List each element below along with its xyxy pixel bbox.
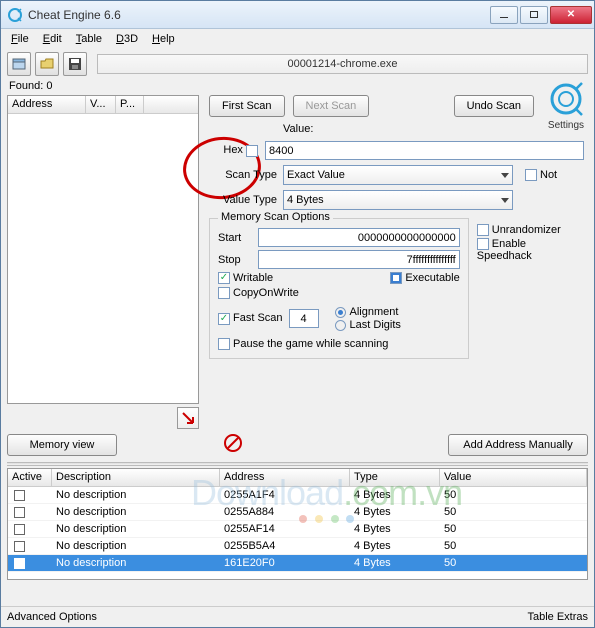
executable-checkbox[interactable]: Executable [390, 272, 459, 284]
th-description[interactable]: Description [52, 469, 220, 486]
open-process-button[interactable] [7, 52, 31, 76]
add-to-list-button[interactable] [177, 407, 199, 429]
menu-edit[interactable]: Edit [37, 31, 68, 47]
active-checkbox[interactable] [14, 507, 25, 518]
writable-checkbox[interactable]: Writable [218, 272, 273, 284]
addrlist-header-address[interactable]: Address [8, 96, 86, 113]
advanced-options-button[interactable]: Advanced Options [7, 611, 527, 623]
table-extras-button[interactable]: Table Extras [527, 611, 588, 623]
speedhack-checkbox[interactable]: Enable Speedhack [477, 238, 584, 262]
address-list[interactable]: Address V... P... [7, 95, 199, 404]
close-button[interactable]: ✕ [550, 6, 592, 24]
stop-icon[interactable] [223, 433, 243, 456]
mso-title: Memory Scan Options [218, 211, 333, 223]
app-icon [7, 7, 23, 23]
window-controls: ✕ [488, 6, 592, 24]
toolbar: 00001214-chrome.exe [1, 49, 594, 79]
pause-checkbox[interactable]: Pause the game while scanning [218, 338, 388, 350]
minimize-button[interactable] [490, 6, 518, 24]
stop-input[interactable] [258, 250, 460, 269]
menu-d3d[interactable]: D3D [110, 31, 144, 47]
open-button[interactable] [35, 52, 59, 76]
unrandomizer-checkbox[interactable]: Unrandomizer [477, 224, 561, 236]
maximize-button[interactable] [520, 6, 548, 24]
copyonwrite-checkbox[interactable]: CopyOnWrite [218, 287, 299, 299]
add-address-manually-button[interactable]: Add Address Manually [448, 434, 588, 456]
settings-button[interactable]: Settings [544, 79, 588, 131]
hex-label: Hex [209, 144, 261, 156]
table-row[interactable]: No description0255A1F44 Bytes50 [8, 487, 587, 504]
stop-label: Stop [218, 254, 252, 266]
next-scan-button: Next Scan [293, 95, 370, 117]
addrlist-header-prev[interactable]: P... [116, 96, 144, 113]
found-label: Found: 0 [7, 79, 199, 95]
first-scan-button[interactable]: First Scan [209, 95, 285, 117]
scan-type-select[interactable]: Exact Value [283, 165, 513, 185]
value-input[interactable] [265, 141, 584, 160]
app-window: Cheat Engine 6.6 ✕ File Edit Table D3D H… [0, 0, 595, 628]
menu-table[interactable]: Table [70, 31, 108, 47]
memory-view-button[interactable]: Memory view [7, 434, 117, 456]
start-input[interactable] [258, 228, 460, 247]
process-name: 00001214-chrome.exe [287, 58, 397, 70]
window-title: Cheat Engine 6.6 [28, 8, 488, 22]
active-checkbox[interactable] [14, 490, 25, 501]
table-row[interactable]: No description0255AF144 Bytes50 [8, 521, 587, 538]
status-bar: Advanced Options Table Extras [1, 606, 594, 627]
th-active[interactable]: Active [8, 469, 52, 486]
save-button[interactable] [63, 52, 87, 76]
memory-scan-options: Memory Scan Options Start Stop Writable [209, 218, 469, 359]
table-row[interactable]: No description161E20F04 Bytes50 [8, 555, 587, 572]
not-checkbox[interactable]: Not [525, 169, 557, 181]
value-type-label: Value Type [209, 194, 277, 206]
value-label: Value: [283, 123, 317, 135]
fastscan-input[interactable] [289, 309, 319, 328]
hex-checkbox[interactable] [246, 145, 258, 157]
active-checkbox[interactable] [14, 524, 25, 535]
th-value[interactable]: Value [440, 469, 587, 486]
settings-label: Settings [544, 120, 588, 131]
menu-bar: File Edit Table D3D Help [1, 29, 594, 49]
lastdigits-radio[interactable]: Last Digits [335, 319, 401, 331]
menu-help[interactable]: Help [146, 31, 181, 47]
process-bar: 00001214-chrome.exe [97, 54, 588, 74]
start-label: Start [218, 232, 252, 244]
th-address[interactable]: Address [220, 469, 350, 486]
undo-scan-button[interactable]: Undo Scan [454, 95, 534, 117]
active-checkbox[interactable] [14, 541, 25, 552]
active-checkbox[interactable] [14, 558, 25, 569]
fastscan-checkbox[interactable]: Fast Scan [218, 312, 283, 324]
scan-type-label: Scan Type [209, 169, 277, 181]
th-type[interactable]: Type [350, 469, 440, 486]
menu-file[interactable]: File [5, 31, 35, 47]
value-type-select[interactable]: 4 Bytes [283, 190, 513, 210]
table-row[interactable]: No description0255B5A44 Bytes50 [8, 538, 587, 555]
splitter[interactable] [7, 462, 588, 466]
table-row[interactable]: No description0255A8844 Bytes50 [8, 504, 587, 521]
addrlist-header-value[interactable]: V... [86, 96, 116, 113]
alignment-radio[interactable]: Alignment [335, 306, 401, 318]
address-table[interactable]: Active Description Address Type Value No… [7, 468, 588, 580]
titlebar: Cheat Engine 6.6 ✕ [1, 1, 594, 29]
